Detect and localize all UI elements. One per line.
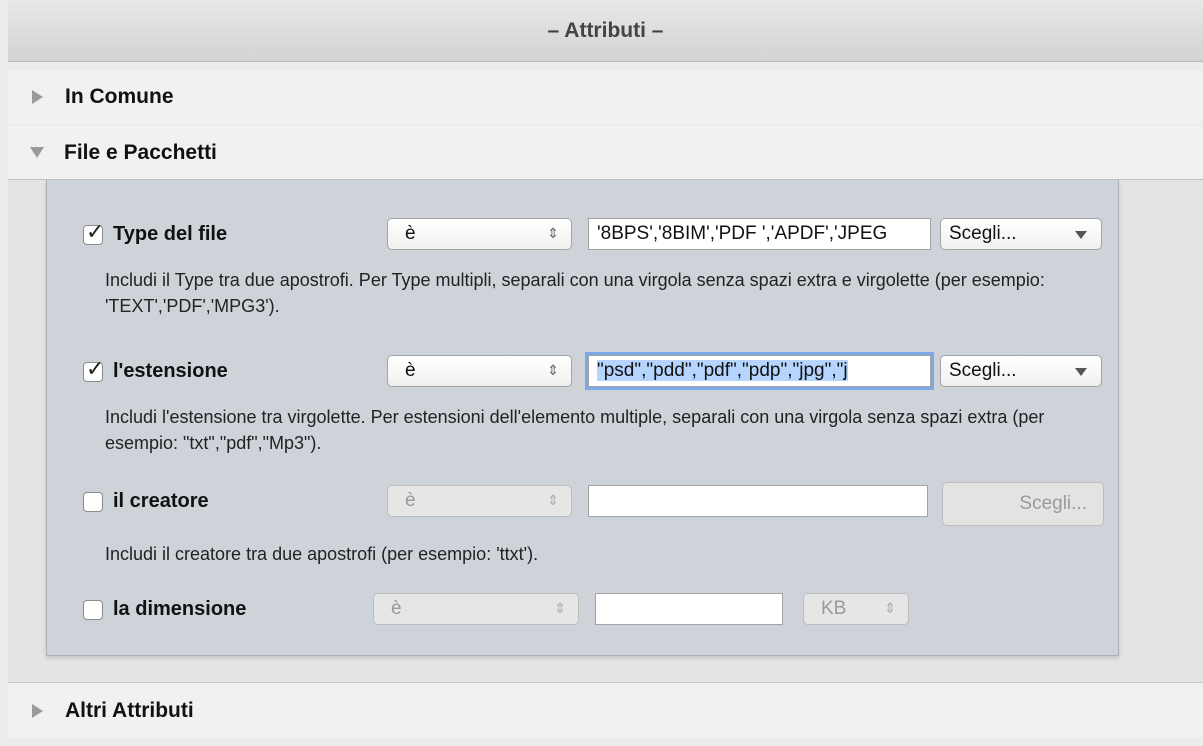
creator-label: il creatore xyxy=(113,490,209,512)
type-checkbox[interactable]: ✓ xyxy=(83,220,104,245)
creator-choose-button[interactable]: Scegli... xyxy=(942,482,1104,526)
section-other-attributes[interactable]: Altri Attributi xyxy=(8,682,1203,738)
size-operator-select[interactable]: è ⇕ xyxy=(373,593,579,625)
size-unit-value: KB xyxy=(821,598,847,619)
disclosure-triangle-right-icon[interactable] xyxy=(32,90,43,104)
chevron-down-icon xyxy=(1075,231,1087,239)
section-common-label: In Comune xyxy=(65,85,174,108)
attributes-header: – Attributi – xyxy=(8,0,1203,62)
section-common[interactable]: In Comune xyxy=(8,70,1203,124)
creator-value-field[interactable] xyxy=(588,485,928,517)
extension-value-text: "psd","pdd","pdf","pdp","jpg","j xyxy=(597,360,848,381)
section-other-label: Altri Attributi xyxy=(65,698,194,722)
up-down-arrows-icon: ⇕ xyxy=(547,363,559,379)
up-down-arrows-icon: ⇕ xyxy=(547,493,559,509)
creator-choose-label: Scegli... xyxy=(1019,493,1087,514)
type-choose-label: Scegli... xyxy=(949,223,1017,244)
type-value-text: '8BPS','8BIM','PDF ','APDF','JPEG xyxy=(597,223,888,244)
creator-help-text: Includi il creatore tra due apostrofi (p… xyxy=(105,544,539,564)
type-operator-select[interactable]: è ⇕ xyxy=(387,218,572,250)
type-operator-value: è xyxy=(405,223,416,244)
size-unit-select[interactable]: KB ⇕ xyxy=(803,593,909,625)
criterion-creator-row: il creatore è ⇕ Scegli... xyxy=(47,482,1118,526)
type-label: Type del file xyxy=(113,223,228,245)
extension-help-text: Includi l'estensione tra virgolette. Per… xyxy=(105,407,1045,453)
up-down-arrows-icon: ⇕ xyxy=(554,601,566,617)
type-help-text: Includi il Type tra due apostrofi. Per T… xyxy=(105,270,1045,316)
chevron-down-icon xyxy=(1075,368,1087,376)
type-value-field[interactable]: '8BPS','8BIM','PDF ','APDF','JPEG xyxy=(588,218,931,250)
up-down-arrows-icon: ⇕ xyxy=(884,601,896,617)
up-down-arrows-icon: ⇕ xyxy=(547,226,559,242)
checkmark-icon: ✓ xyxy=(86,220,105,245)
criterion-size-row: la dimensione è ⇕ KB ⇕ xyxy=(47,590,1118,630)
files-criteria-panel: ✓ Type del file è ⇕ '8BPS','8BIM','PDF '… xyxy=(46,180,1119,656)
criterion-extension-row: ✓ l'estensione è ⇕ "psd","pdd","pdf","pd… xyxy=(47,352,1118,392)
size-checkbox[interactable] xyxy=(83,600,103,620)
extension-value-field[interactable]: "psd","pdd","pdf","pdp","jpg","j xyxy=(588,355,931,387)
extension-choose-label: Scegli... xyxy=(949,360,1017,381)
extension-operator-value: è xyxy=(405,360,416,381)
disclosure-triangle-right-icon[interactable] xyxy=(32,703,43,718)
size-label: la dimensione xyxy=(113,598,247,620)
type-choose-popup[interactable]: Scegli... xyxy=(940,218,1102,250)
extension-label: l'estensione xyxy=(113,360,228,382)
creator-operator-value: è xyxy=(405,490,416,511)
checkmark-icon: ✓ xyxy=(86,357,105,382)
extension-choose-popup[interactable]: Scegli... xyxy=(940,355,1102,387)
section-files-label: File e Pacchetti xyxy=(64,140,217,164)
size-operator-value: è xyxy=(391,598,402,619)
extension-operator-select[interactable]: è ⇕ xyxy=(387,355,572,387)
section-files-packages[interactable]: File e Pacchetti xyxy=(8,126,1203,180)
criterion-type-row: ✓ Type del file è ⇕ '8BPS','8BIM','PDF '… xyxy=(47,215,1118,255)
disclosure-triangle-down-icon[interactable] xyxy=(30,147,44,158)
extension-checkbox[interactable]: ✓ xyxy=(83,357,104,382)
creator-checkbox[interactable] xyxy=(83,492,103,512)
attributes-title: – Attributi – xyxy=(547,18,664,42)
creator-operator-select[interactable]: è ⇕ xyxy=(387,485,572,517)
size-value-field[interactable] xyxy=(595,593,783,625)
